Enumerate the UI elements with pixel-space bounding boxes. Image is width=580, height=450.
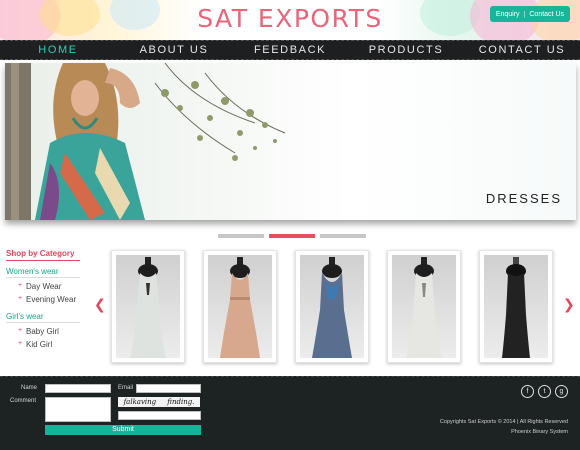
product-image xyxy=(300,255,364,358)
header-quick-links: Enquiry | Contact Us xyxy=(489,6,570,22)
dress-image xyxy=(130,257,166,358)
category-baby-girl[interactable]: + Baby Girl xyxy=(6,327,80,336)
category-womens-wear[interactable]: Women's wear xyxy=(6,267,80,278)
product-card-5[interactable] xyxy=(479,250,553,363)
product-card-1[interactable] xyxy=(111,250,185,363)
footer: Name Email Comment falkaving finding. Su… xyxy=(0,376,580,450)
plus-icon: + xyxy=(18,327,23,334)
nav-item-contact-us[interactable]: CONTACT US xyxy=(464,44,580,56)
comment-textarea[interactable] xyxy=(45,397,111,422)
slider-dot-2[interactable] xyxy=(269,234,315,238)
dress-image xyxy=(406,257,442,358)
product-image xyxy=(116,255,180,358)
hero-banner[interactable]: DRESSES xyxy=(5,63,576,220)
submit-button[interactable]: Submit xyxy=(45,425,201,435)
link-separator: | xyxy=(523,10,526,18)
google-plus-icon[interactable]: g xyxy=(555,385,568,398)
category-kid-girl[interactable]: + Kid Girl xyxy=(6,340,80,349)
plus-icon: + xyxy=(18,282,23,289)
enquiry-link[interactable]: Enquiry xyxy=(496,11,520,18)
chevron-left-icon[interactable]: ❮ xyxy=(94,296,106,313)
facebook-icon[interactable]: f xyxy=(521,385,534,398)
main-nav: HOME ABOUT US FEEDBACK PRODUCTS CONTACT … xyxy=(0,40,580,60)
twitter-icon[interactable]: t xyxy=(538,385,551,398)
copyright-text: Copyrights Sat Exports © 2014 | All Righ… xyxy=(439,419,568,425)
slider-dot-1[interactable] xyxy=(218,234,264,238)
captcha-field[interactable] xyxy=(118,411,201,420)
dress-image xyxy=(502,257,530,358)
product-card-2[interactable] xyxy=(203,250,277,363)
nav-item-home[interactable]: HOME xyxy=(0,44,116,56)
plus-icon: + xyxy=(18,295,23,302)
category-girls-wear[interactable]: Girl's wear xyxy=(6,312,80,323)
product-card-4[interactable] xyxy=(387,250,461,363)
nav-item-feedback[interactable]: FEEDBACK xyxy=(232,44,348,56)
sidebar-title: Shop by Category xyxy=(6,249,80,261)
powered-by-text[interactable]: Phoenix Binary System xyxy=(511,429,568,435)
product-image xyxy=(392,255,456,358)
dress-image xyxy=(312,257,352,358)
slider-pagination xyxy=(218,234,366,238)
nav-item-products[interactable]: PRODUCTS xyxy=(348,44,464,56)
name-field[interactable] xyxy=(45,384,111,393)
product-image xyxy=(484,255,548,358)
banner-caption: DRESSES xyxy=(485,191,562,206)
dress-image xyxy=(220,257,260,358)
product-card-3[interactable] xyxy=(295,250,369,363)
category-evening-wear[interactable]: + Evening Wear xyxy=(6,295,80,304)
nav-item-about-us[interactable]: ABOUT US xyxy=(116,44,232,56)
category-day-wear[interactable]: + Day Wear xyxy=(6,282,80,291)
plus-icon: + xyxy=(18,340,23,347)
header: SAT EXPORTS Enquiry | Contact Us xyxy=(0,0,580,46)
name-label: Name xyxy=(21,385,38,391)
comment-label: Comment xyxy=(10,398,37,404)
email-field[interactable] xyxy=(136,384,201,393)
email-label: Email xyxy=(118,385,134,391)
chevron-right-icon[interactable]: ❯ xyxy=(563,296,575,313)
product-image xyxy=(208,255,272,358)
captcha-image: falkaving finding. xyxy=(118,397,200,407)
contact-us-link[interactable]: Contact Us xyxy=(529,11,564,18)
slider-dot-3[interactable] xyxy=(320,234,366,238)
category-sidebar: Shop by Category Women's wear + Day Wear … xyxy=(6,249,80,349)
